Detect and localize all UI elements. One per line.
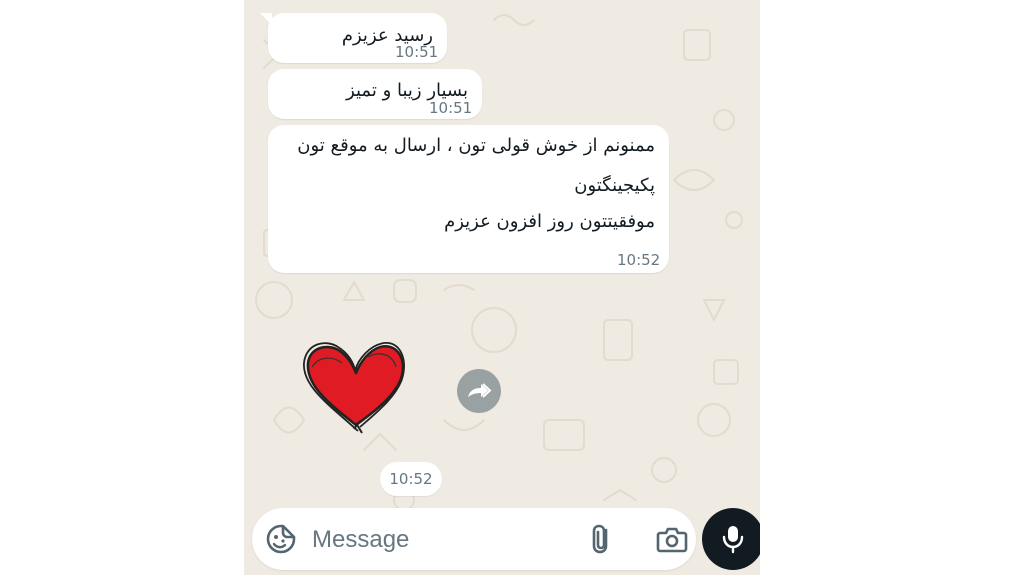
message-line-1: ممنونم از خوش قولی تون ، ارسال به موقع ت… — [297, 135, 655, 156]
sticker-emoji-icon[interactable] — [265, 523, 297, 555]
camera-icon[interactable] — [656, 525, 688, 553]
message-time: 10:51 — [429, 99, 473, 117]
sticker-time: 10:52 — [380, 462, 442, 496]
microphone-icon — [722, 526, 744, 554]
message-time: 10:52 — [617, 251, 661, 269]
message-time: 10:51 — [395, 43, 439, 61]
red-heart-sticker[interactable] — [298, 337, 408, 437]
message-composer — [252, 508, 696, 570]
forward-icon — [468, 383, 492, 398]
forward-button[interactable] — [457, 369, 501, 413]
message-input[interactable] — [310, 520, 574, 560]
message-line-3: موفقیتتون روز افزون عزیزم — [444, 211, 655, 232]
message-line-2: پکیجینگتون — [574, 175, 655, 196]
message-bubble-1[interactable]: رسید عزیزم 10:51 — [260, 13, 447, 63]
message-bubble-3[interactable]: ممنونم از خوش قولی تون ، ارسال به موقع ت… — [268, 125, 669, 273]
chat-screen: رسید عزیزم 10:51 بسیار زیبا و تمیز 10:51… — [244, 0, 760, 575]
bubble-tail — [260, 13, 272, 25]
message-bubble-2[interactable]: بسیار زیبا و تمیز 10:51 — [268, 69, 482, 119]
voice-message-button[interactable] — [702, 508, 760, 570]
attachment-paperclip-icon[interactable] — [588, 523, 616, 555]
